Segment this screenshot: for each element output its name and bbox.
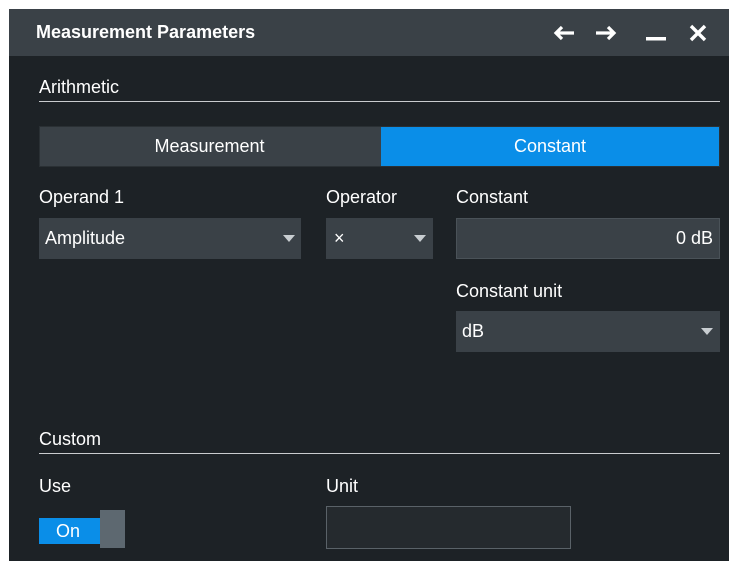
operand1-dropdown[interactable]: Amplitude — [39, 218, 301, 259]
mode-measurement-button[interactable]: Measurement — [40, 127, 379, 166]
constant-unit-dropdown[interactable]: dB — [456, 311, 720, 352]
constant-unit-value: dB — [462, 321, 485, 341]
unit-label: Unit — [326, 476, 359, 496]
operand1-label: Operand 1 — [39, 187, 125, 207]
chevron-down-icon — [414, 235, 426, 242]
operator-value: × — [334, 228, 345, 248]
title-bar: Measurement Parameters — [9, 9, 729, 56]
back-arrow-icon[interactable] — [546, 9, 582, 56]
operator-label: Operator — [326, 187, 398, 207]
chevron-down-icon — [283, 235, 295, 242]
arithmetic-mode-selector: Measurement Constant — [39, 126, 720, 167]
constant-label: Constant — [456, 187, 529, 207]
use-toggle[interactable]: On — [39, 510, 125, 548]
custom-divider — [39, 453, 720, 454]
arithmetic-divider — [39, 101, 720, 102]
custom-section-label: Custom — [39, 429, 102, 449]
operator-dropdown[interactable]: × — [326, 218, 433, 259]
forward-arrow-icon[interactable] — [588, 9, 624, 56]
arithmetic-section-label: Arithmetic — [39, 77, 120, 97]
toggle-knob — [100, 510, 125, 548]
close-icon[interactable] — [680, 9, 716, 56]
constant-input[interactable]: 0 dB — [456, 218, 720, 259]
chevron-down-icon — [701, 328, 713, 335]
operand1-value: Amplitude — [45, 228, 126, 248]
use-toggle-state: On — [39, 518, 100, 544]
unit-input[interactable] — [326, 506, 571, 549]
dialog-title: Measurement Parameters — [36, 22, 256, 42]
constant-value: 0 dB — [675, 228, 713, 248]
constant-unit-label: Constant unit — [456, 281, 563, 301]
use-label: Use — [39, 476, 72, 496]
mode-constant-button[interactable]: Constant — [381, 127, 719, 166]
measurement-parameters-dialog: Measurement Parameters Arithmetic Measur… — [9, 9, 729, 561]
minimize-icon[interactable] — [638, 9, 674, 56]
